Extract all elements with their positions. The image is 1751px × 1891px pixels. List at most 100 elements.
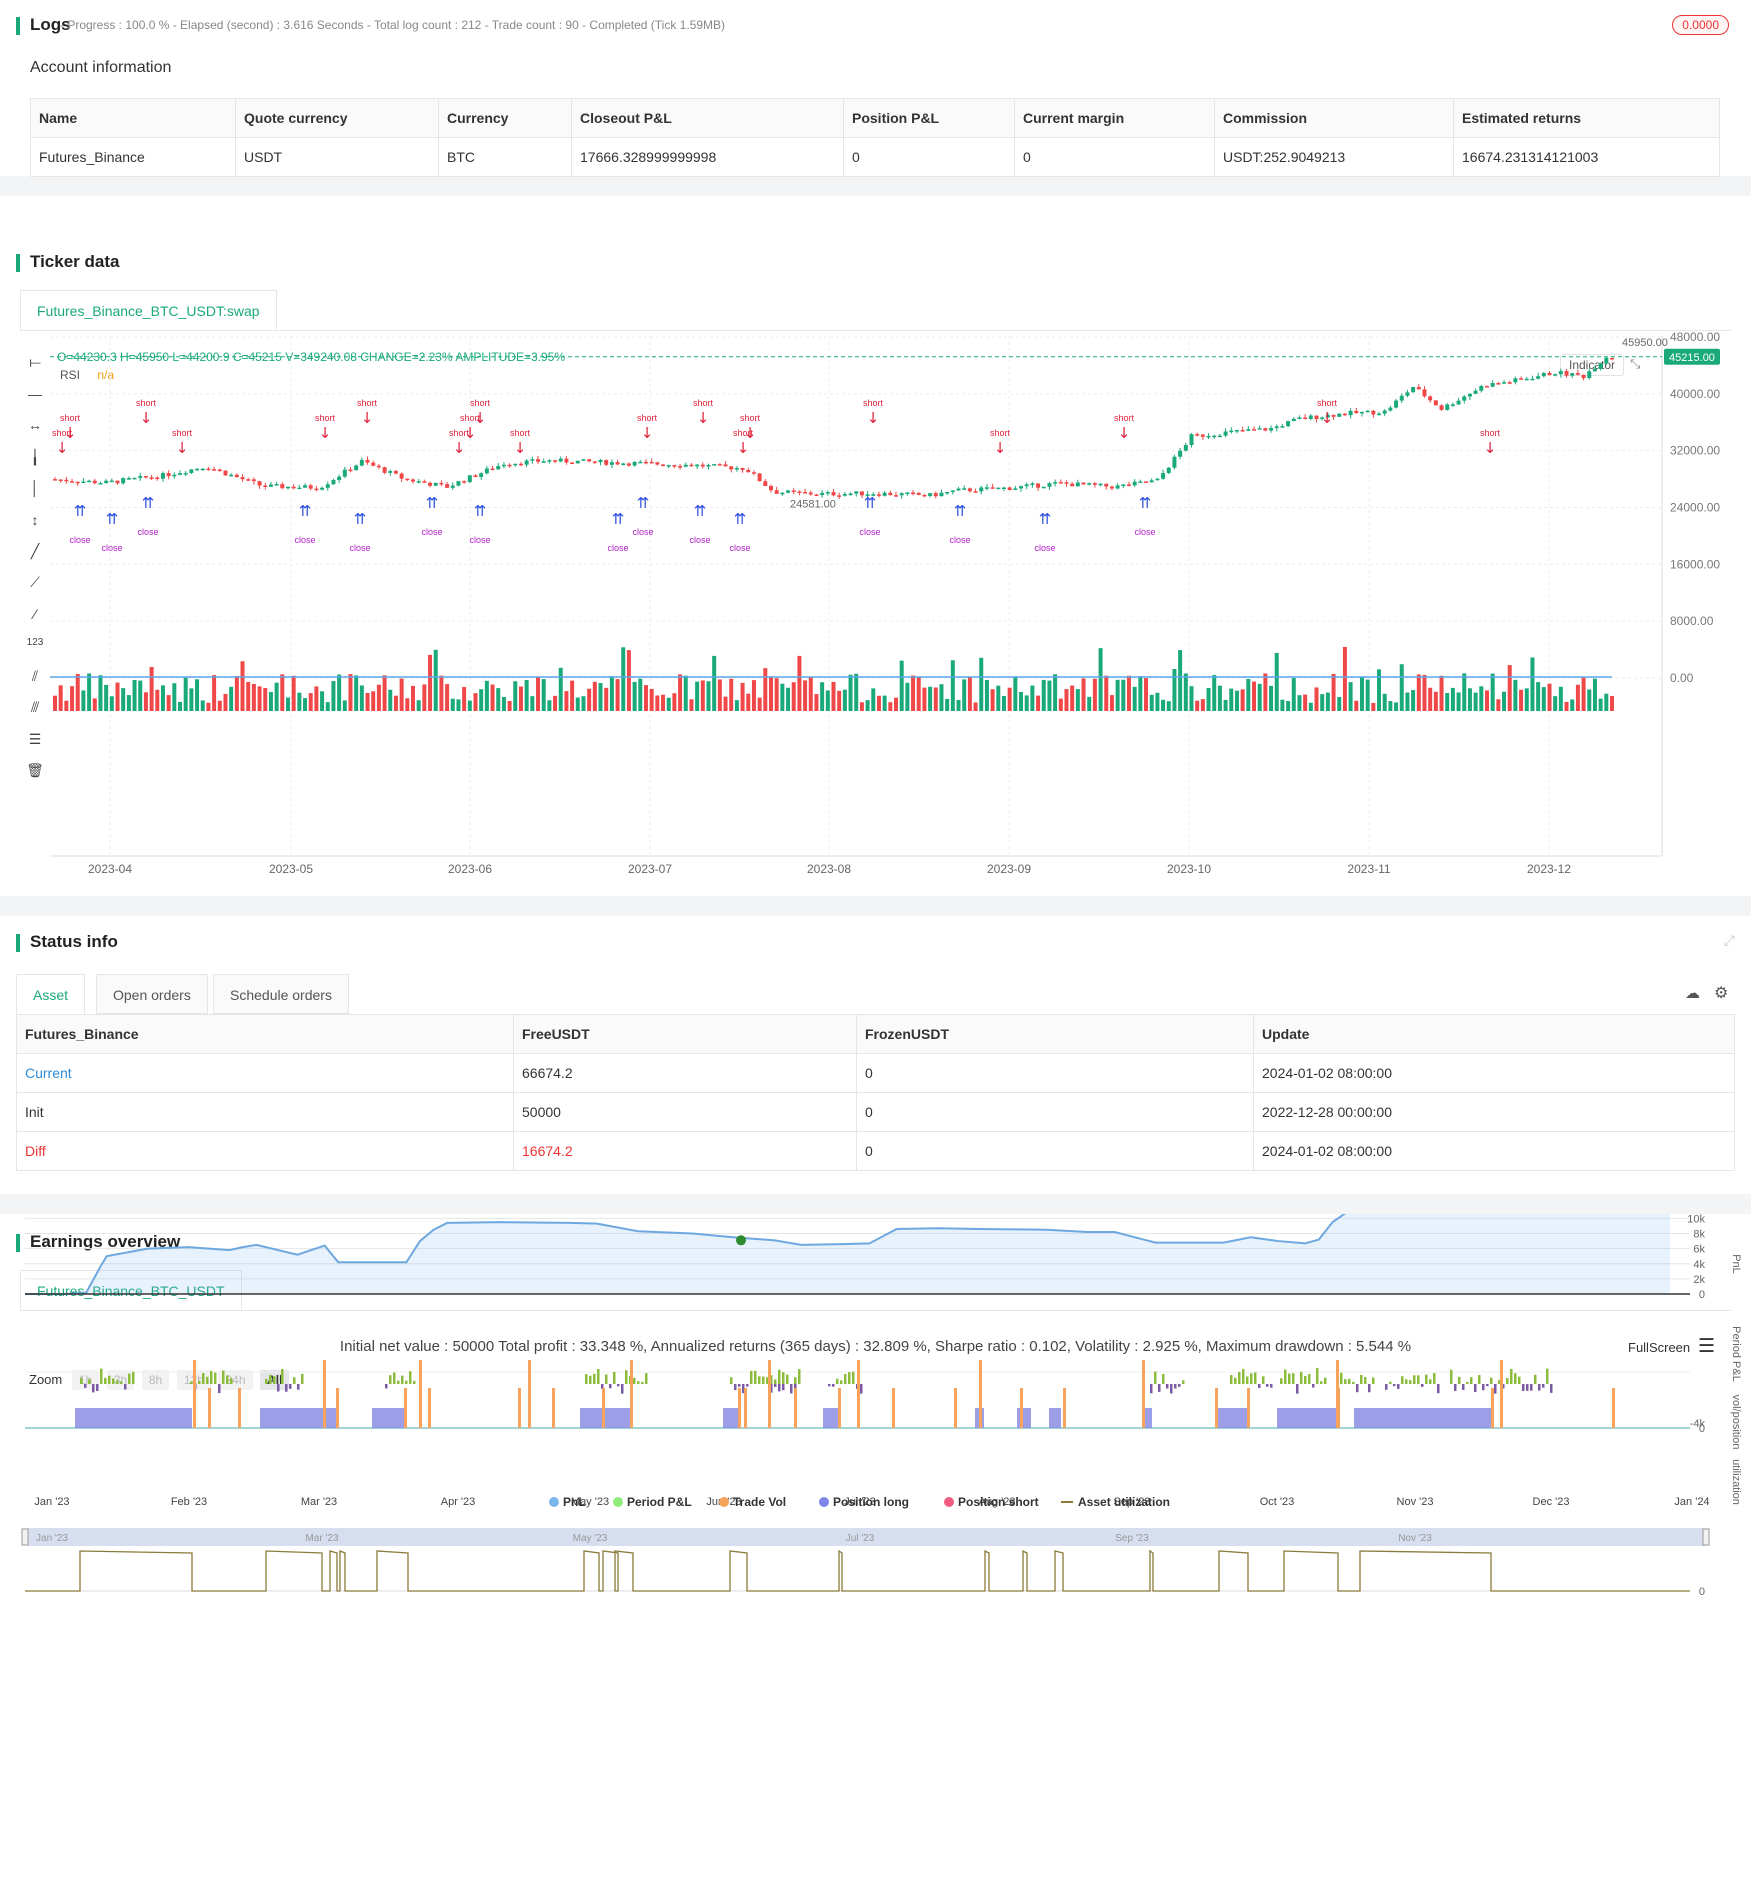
navigator-tick-label: May '23 bbox=[573, 1533, 608, 1544]
position-long-block bbox=[1354, 1408, 1491, 1428]
date-tick-label: 2023-12 bbox=[1527, 862, 1571, 876]
trade-vol-bar bbox=[419, 1360, 422, 1428]
period-pnl-bar bbox=[1348, 1378, 1351, 1384]
period-pnl-bar bbox=[1486, 1384, 1489, 1387]
candle-body bbox=[1359, 411, 1364, 414]
candle-body bbox=[268, 484, 273, 487]
short-arrow-icon: ↓ bbox=[867, 409, 880, 427]
cloud-download-icon[interactable]: ☁ bbox=[1685, 984, 1700, 1002]
short-marker-label: short bbox=[470, 398, 491, 408]
volume-bar bbox=[200, 700, 205, 711]
volume-bar bbox=[280, 674, 285, 711]
candle-body bbox=[1138, 481, 1143, 483]
candle-body bbox=[166, 473, 171, 477]
volume-bar bbox=[354, 675, 359, 711]
account-cell: 17666.328999999998 bbox=[571, 137, 844, 177]
close-marker-label: close bbox=[632, 527, 653, 537]
candle-body bbox=[990, 487, 995, 489]
volume-bar bbox=[530, 696, 535, 711]
legend-label: Period P&L bbox=[627, 1495, 692, 1509]
tab-open-orders[interactable]: Open orders bbox=[96, 974, 208, 1014]
volume-bar bbox=[825, 690, 830, 711]
volume-bar bbox=[1058, 698, 1063, 711]
volume-bar bbox=[973, 702, 978, 711]
candle-body bbox=[1217, 435, 1222, 438]
candle-body bbox=[967, 488, 972, 492]
period-pnl-bar bbox=[762, 1376, 765, 1384]
volume-bar bbox=[1132, 686, 1137, 711]
candle-body bbox=[1405, 392, 1410, 396]
volume-bar bbox=[507, 700, 512, 711]
period-pnl-bar bbox=[1296, 1384, 1299, 1394]
candle-body bbox=[1212, 435, 1217, 438]
period-pnl-bar bbox=[625, 1370, 628, 1384]
navigator-tick-label: Jan '23 bbox=[36, 1533, 68, 1544]
candle-body bbox=[1433, 400, 1438, 406]
period-pnl-bar bbox=[1542, 1384, 1545, 1388]
volume-bar bbox=[905, 682, 910, 711]
candle-body bbox=[1547, 372, 1552, 376]
period-pnl-bar bbox=[860, 1384, 863, 1394]
period-pnl-bar bbox=[1437, 1384, 1440, 1394]
tab-schedule-orders[interactable]: Schedule orders bbox=[213, 974, 349, 1014]
candle-body bbox=[325, 484, 330, 488]
trade-vol-bar bbox=[838, 1388, 841, 1428]
candle-body bbox=[1274, 426, 1279, 429]
period-pnl-bar bbox=[1352, 1381, 1355, 1384]
volume-bar bbox=[626, 650, 631, 711]
candle-body bbox=[1558, 371, 1563, 375]
collapse-icon[interactable]: ⤢ bbox=[1724, 932, 1735, 949]
settings-gear-icon[interactable]: ⚙ bbox=[1714, 983, 1728, 1003]
candle-body bbox=[825, 492, 830, 494]
account-header-cell: Currency bbox=[438, 98, 572, 138]
candle-body bbox=[291, 486, 296, 489]
candle-body bbox=[1115, 485, 1120, 489]
volume-bar bbox=[337, 674, 342, 711]
candle-body bbox=[178, 473, 183, 475]
candle-body bbox=[1507, 382, 1512, 384]
volume-bar bbox=[178, 701, 183, 711]
volume-bar bbox=[649, 688, 654, 711]
period-pnl-bar bbox=[778, 1369, 781, 1384]
candle-body bbox=[1536, 376, 1541, 379]
period-pnl-bar bbox=[633, 1377, 636, 1384]
candle-body bbox=[382, 467, 387, 473]
date-tick-label: 2023-06 bbox=[448, 862, 492, 876]
volume-bar bbox=[1422, 674, 1427, 711]
trade-vol-bar bbox=[1612, 1388, 1615, 1428]
volume-bar bbox=[1433, 691, 1438, 711]
tab-asset[interactable]: Asset bbox=[16, 974, 86, 1014]
volume-bar bbox=[371, 691, 376, 711]
date-tick-label: 2023-11 bbox=[1347, 862, 1390, 876]
account-row: Futures_Binance USDT BTC 17666.328999999… bbox=[30, 137, 1720, 177]
candle-body bbox=[638, 461, 643, 464]
account-cell: USDT bbox=[235, 137, 439, 177]
volume-bar bbox=[990, 689, 995, 711]
logs-badge[interactable]: 0.0000 bbox=[1672, 15, 1729, 35]
volume-bar bbox=[172, 683, 177, 711]
volume-bar bbox=[104, 684, 109, 711]
candlestick-chart[interactable]: 48000.00 40000.00 32000.00 24000.00 16000.00… bbox=[0, 196, 1751, 896]
low-price-label: 24581.00 bbox=[790, 499, 836, 511]
candle-body bbox=[1530, 378, 1535, 381]
period-pnl-bar bbox=[1401, 1376, 1404, 1384]
period-pnl-bar bbox=[1360, 1374, 1363, 1384]
candle-body bbox=[706, 465, 711, 467]
volume-bar bbox=[183, 677, 188, 711]
candle-body bbox=[1399, 395, 1404, 401]
candle-body bbox=[1502, 382, 1507, 384]
volume-bar bbox=[359, 685, 364, 711]
trade-vol-bar bbox=[857, 1360, 860, 1428]
trade-vol-bar bbox=[1247, 1388, 1250, 1428]
candle-body bbox=[303, 485, 308, 488]
candle-body bbox=[1240, 430, 1245, 432]
candle-body bbox=[842, 494, 847, 496]
volume-bar bbox=[1274, 652, 1279, 711]
close-marker-label: close bbox=[137, 527, 158, 537]
candle-body bbox=[337, 476, 342, 480]
period-pnl-bar bbox=[1150, 1384, 1153, 1394]
earnings-chart[interactable]: 16k14k12k10k8k6k4k2k0-4k00PnLPeriod P&Lv… bbox=[0, 1214, 1751, 1891]
period-pnl-bar bbox=[206, 1376, 209, 1384]
legend-label: Position short bbox=[958, 1495, 1039, 1509]
asset-header-row: Futures_Binance FreeUSDT FrozenUSDT Upda… bbox=[16, 1014, 1735, 1054]
